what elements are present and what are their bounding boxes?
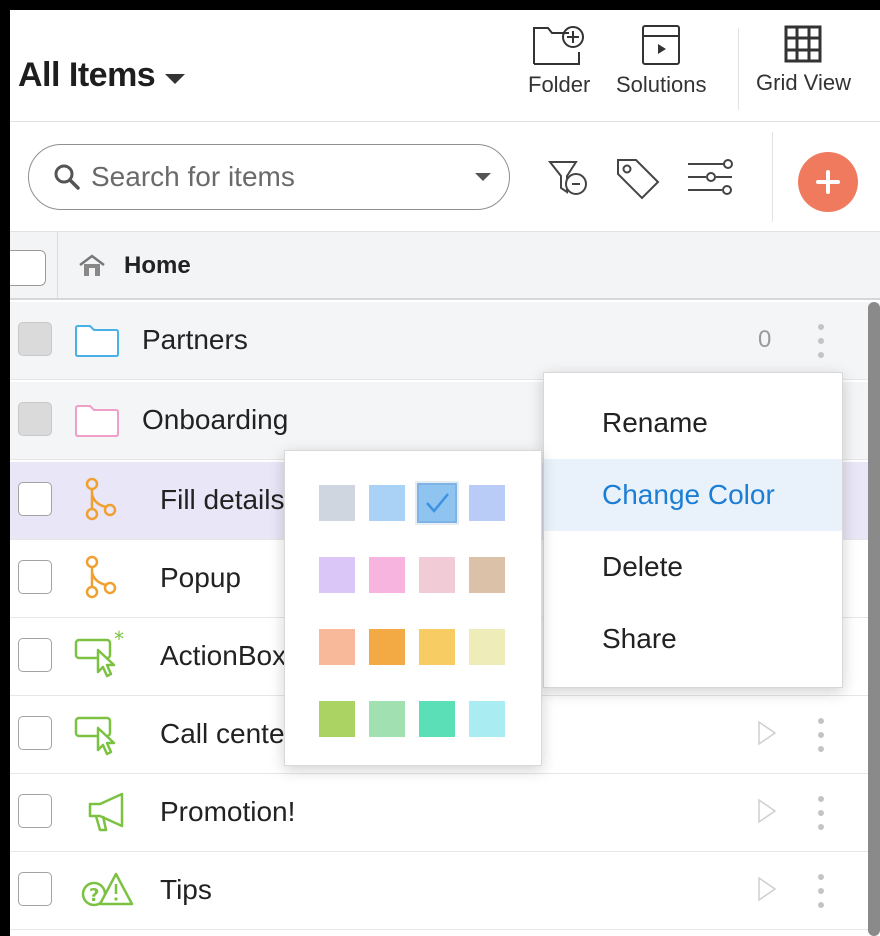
item-name: Promotion!	[160, 796, 296, 827]
breadcrumb-home[interactable]: Home	[124, 252, 191, 280]
search-dropdown-icon[interactable]	[475, 173, 491, 181]
item-count: 0	[758, 326, 772, 353]
solutions-button[interactable]: Solutions	[616, 24, 707, 98]
play-icon[interactable]	[756, 798, 778, 824]
search-input[interactable]: Search for items	[28, 144, 510, 210]
menu-item-rename[interactable]: Rename	[544, 387, 842, 459]
color-swatch[interactable]	[369, 485, 405, 521]
color-swatch[interactable]	[369, 557, 405, 593]
color-swatch[interactable]	[417, 483, 457, 523]
grid-view-label: Grid View	[756, 70, 851, 95]
add-button[interactable]	[798, 152, 858, 212]
color-picker	[284, 450, 542, 766]
row-checkbox[interactable]	[18, 716, 52, 750]
play-icon[interactable]	[756, 876, 778, 902]
pointer-icon	[74, 716, 116, 756]
more-options-icon[interactable]	[816, 874, 826, 908]
more-options-icon[interactable]	[816, 796, 826, 830]
folder-icon	[75, 405, 119, 437]
row-checkbox[interactable]	[18, 638, 52, 672]
color-swatch[interactable]	[419, 701, 455, 737]
row-checkbox[interactable]	[18, 322, 52, 356]
folder-plus-icon	[533, 26, 585, 65]
folder-button-label: Folder	[528, 72, 591, 97]
header: All Items Folder Solutions Grid View	[10, 10, 880, 122]
list-item[interactable]: ? Tips	[10, 852, 880, 930]
sliders-icon[interactable]	[686, 156, 734, 200]
more-options-icon[interactable]	[816, 718, 826, 752]
grid-icon	[784, 25, 822, 63]
more-options-icon[interactable]	[816, 324, 826, 358]
home-icon	[79, 254, 105, 276]
breadcrumb-divider	[57, 232, 58, 298]
search-icon	[54, 164, 80, 190]
app-window: All Items Folder Solutions Grid View Sea…	[10, 10, 880, 936]
pointer-star-icon: *	[74, 630, 124, 678]
color-swatch[interactable]	[469, 485, 505, 521]
item-name: ActionBox	[160, 640, 287, 671]
color-swatch[interactable]	[319, 629, 355, 665]
menu-item-delete[interactable]: Delete	[544, 531, 842, 603]
item-name: Onboarding	[142, 404, 289, 435]
all-items-dropdown[interactable]: All Items	[18, 56, 186, 95]
row-checkbox[interactable]	[18, 872, 52, 906]
tag-icon[interactable]	[614, 156, 662, 200]
item-name: Call center	[160, 718, 294, 749]
color-swatch[interactable]	[469, 701, 505, 737]
solutions-button-label: Solutions	[616, 72, 707, 97]
toolbar-divider	[772, 132, 773, 222]
item-name: Partners	[142, 324, 248, 355]
checkmark-icon	[426, 493, 449, 513]
play-icon[interactable]	[756, 720, 778, 746]
header-divider	[738, 28, 739, 110]
filter-icon[interactable]	[546, 156, 594, 200]
color-swatch[interactable]	[419, 557, 455, 593]
svg-text:?: ?	[89, 885, 99, 906]
context-menu: Rename Change Color Delete Share	[543, 372, 843, 688]
grid-view-button[interactable]: Grid View	[756, 24, 851, 96]
row-checkbox[interactable]	[18, 560, 52, 594]
megaphone-icon	[88, 792, 124, 832]
color-swatch[interactable]	[469, 557, 505, 593]
page-title: All Items	[18, 56, 156, 94]
list-item[interactable]: Partners 0	[10, 302, 880, 380]
plus-icon	[816, 170, 840, 194]
color-swatch[interactable]	[469, 629, 505, 665]
tips-icon: ?	[81, 872, 134, 907]
row-checkbox[interactable]	[18, 794, 52, 828]
toolbar: Search for items	[10, 122, 880, 232]
item-name: Fill details	[160, 484, 285, 515]
item-name: Tips	[160, 874, 212, 905]
flow-icon	[85, 555, 117, 599]
solutions-icon	[642, 25, 681, 65]
menu-item-share[interactable]: Share	[544, 603, 842, 675]
new-folder-button[interactable]: Folder	[528, 24, 590, 98]
color-swatch[interactable]	[369, 629, 405, 665]
color-swatch[interactable]	[419, 629, 455, 665]
scrollbar[interactable]	[868, 302, 880, 936]
flow-icon	[85, 477, 117, 521]
folder-icon	[75, 325, 119, 357]
svg-text:*: *	[114, 630, 124, 651]
color-swatch[interactable]	[319, 485, 355, 521]
row-checkbox[interactable]	[18, 402, 52, 436]
color-swatch[interactable]	[369, 701, 405, 737]
color-swatch[interactable]	[319, 557, 355, 593]
caret-down-icon	[165, 73, 186, 84]
row-checkbox[interactable]	[18, 482, 52, 516]
search-placeholder: Search for items	[91, 161, 295, 192]
item-name: Popup	[160, 562, 241, 593]
list-item[interactable]: Promotion!	[10, 774, 880, 852]
menu-item-change-color[interactable]: Change Color	[544, 459, 842, 531]
select-all-checkbox[interactable]	[10, 250, 46, 286]
breadcrumb: Home	[10, 232, 880, 300]
color-swatch[interactable]	[319, 701, 355, 737]
